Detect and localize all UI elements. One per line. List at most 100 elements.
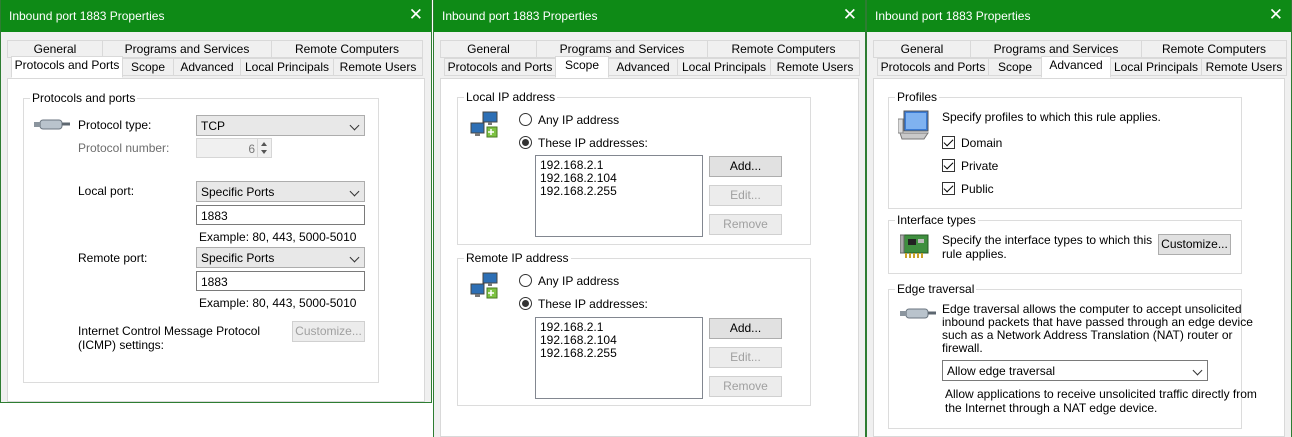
list-item[interactable]: 192.168.2.255	[540, 346, 617, 360]
group-title: Protocols and ports	[30, 91, 138, 105]
close-icon[interactable]: ✕	[843, 5, 857, 25]
public-label: Public	[961, 182, 994, 196]
local-port-input[interactable]: 1883	[196, 205, 365, 225]
local-ip-group-title: Local IP address	[464, 90, 558, 104]
window-title: Inbound port 1883 Properties	[9, 9, 165, 23]
list-item[interactable]: 192.168.2.255	[540, 184, 617, 198]
tab-local-principals[interactable]: Local Principals	[240, 58, 334, 76]
tab-panel: Protocols and ports Protocol type: TCP P…	[7, 78, 425, 402]
remote-any-ip-radio[interactable]	[519, 274, 532, 287]
remote-port-label: Remote port:	[78, 251, 148, 265]
local-these-ip-radio[interactable]	[519, 136, 532, 149]
remote-ip-list[interactable]: 192.168.2.1 192.168.2.104 192.168.2.255	[535, 317, 703, 399]
local-add-button[interactable]: Add...	[709, 156, 782, 177]
properties-window-scope: Inbound port 1883 Properties ✕ General P…	[433, 0, 866, 437]
local-edit-button[interactable]: Edit...	[709, 185, 782, 206]
tab-scope[interactable]: Scope	[988, 58, 1042, 76]
tab-remote-computers[interactable]: Remote Computers	[271, 40, 423, 58]
tab-general[interactable]: General	[873, 40, 971, 58]
network-cable-icon	[34, 119, 70, 130]
computers-network-icon	[470, 111, 498, 138]
edge-description-line2: inbound packets that have passed through…	[942, 315, 1253, 329]
remote-port-dropdown[interactable]: Specific Ports	[196, 247, 365, 268]
tab-protocols-and-ports[interactable]: Protocols and Ports	[444, 58, 556, 76]
tab-programs-and-services[interactable]: Programs and Services	[102, 40, 272, 58]
edge-help-line2: the Internet through a NAT edge device.	[945, 401, 1158, 415]
chevron-down-icon	[1192, 365, 1203, 376]
tab-remote-users[interactable]: Remote Users	[333, 58, 423, 76]
local-remove-button[interactable]: Remove	[709, 214, 782, 235]
protocol-type-dropdown[interactable]: TCP	[196, 115, 365, 136]
public-checkbox[interactable]	[942, 182, 955, 195]
private-checkbox[interactable]	[942, 159, 955, 172]
remote-these-ip-label: These IP addresses:	[538, 297, 648, 311]
local-these-ip-label: These IP addresses:	[538, 136, 648, 150]
chevron-down-icon	[349, 186, 360, 197]
list-item[interactable]: 192.168.2.1	[540, 158, 603, 172]
local-any-ip-radio[interactable]	[519, 113, 532, 126]
close-icon[interactable]: ✕	[1269, 5, 1283, 25]
properties-window-protocols: Inbound port 1883 Properties ✕ General P…	[0, 0, 432, 403]
tab-remote-users[interactable]: Remote Users	[770, 58, 860, 76]
tab-protocols-and-ports[interactable]: Protocols and Ports	[11, 56, 123, 78]
local-port-value: 1883	[201, 209, 228, 223]
tab-remote-computers[interactable]: Remote Computers	[1141, 40, 1287, 58]
edge-traversal-title: Edge traversal	[895, 282, 977, 296]
icmp-customize-button[interactable]: Customize...	[292, 321, 365, 342]
tab-panel: Profiles Specify profiles to which this …	[873, 78, 1285, 437]
network-card-icon	[900, 234, 929, 258]
tab-advanced[interactable]: Advanced	[173, 58, 241, 76]
close-icon[interactable]: ✕	[409, 5, 423, 25]
edge-description-line1: Edge traversal allows the computer to ac…	[942, 302, 1242, 316]
remote-add-button[interactable]: Add...	[709, 318, 782, 339]
protocol-number-stepper[interactable]: 6	[196, 138, 272, 158]
tab-scope[interactable]: Scope	[555, 56, 609, 78]
tab-local-principals[interactable]: Local Principals	[1110, 58, 1202, 76]
list-item[interactable]: 192.168.2.1	[540, 320, 603, 334]
title-bar: Inbound port 1883 Properties ✕	[434, 0, 865, 32]
remote-these-ip-radio[interactable]	[519, 297, 532, 310]
icmp-label-line1: Internet Control Message Protocol	[78, 324, 261, 338]
chevron-down-icon	[349, 120, 360, 131]
edge-traversal-dropdown[interactable]: Allow edge traversal	[942, 360, 1208, 381]
interface-description-line2: rule applies.	[942, 247, 1007, 261]
remote-port-input[interactable]: 1883	[196, 271, 365, 291]
tab-panel: Local IP address Any IP address These IP…	[440, 78, 859, 437]
tab-remote-users[interactable]: Remote Users	[1201, 58, 1287, 76]
tab-remote-computers[interactable]: Remote Computers	[707, 40, 860, 58]
domain-checkbox[interactable]	[942, 136, 955, 149]
interface-customize-button[interactable]: Customize...	[1158, 234, 1231, 255]
interface-description-line1: Specify the interface types to which thi…	[942, 233, 1153, 247]
protocol-type-value: TCP	[201, 119, 225, 133]
remote-edit-button[interactable]: Edit...	[709, 347, 782, 368]
private-label: Private	[961, 159, 999, 173]
computers-network-icon	[470, 272, 498, 299]
local-port-mode: Specific Ports	[201, 185, 275, 199]
chevron-down-icon	[349, 252, 360, 263]
tab-strip: General Programs and Services Remote Com…	[440, 40, 860, 80]
tab-protocols-and-ports[interactable]: Protocols and Ports	[877, 58, 989, 76]
network-cable-icon	[900, 308, 936, 319]
tab-local-principals[interactable]: Local Principals	[677, 58, 771, 76]
tab-advanced[interactable]: Advanced	[1041, 56, 1111, 78]
spin-buttons[interactable]	[257, 139, 271, 157]
remote-remove-button[interactable]: Remove	[709, 376, 782, 397]
remote-port-mode: Specific Ports	[201, 251, 275, 265]
list-item[interactable]: 192.168.2.104	[540, 333, 617, 347]
protocol-number-value: 6	[248, 142, 255, 156]
tab-general[interactable]: General	[440, 40, 537, 58]
local-ip-list[interactable]: 192.168.2.1 192.168.2.104 192.168.2.255	[535, 155, 703, 237]
list-item[interactable]: 192.168.2.104	[540, 171, 617, 185]
domain-label: Domain	[961, 136, 1003, 150]
interface-types-title: Interface types	[895, 213, 978, 227]
remote-port-example: Example: 80, 443, 5000-5010	[199, 296, 357, 310]
local-port-dropdown[interactable]: Specific Ports	[196, 181, 365, 202]
tab-advanced[interactable]: Advanced	[608, 58, 678, 76]
title-bar: Inbound port 1883 Properties ✕	[867, 0, 1291, 32]
tab-strip: General Programs and Services Remote Com…	[7, 40, 425, 80]
title-bar: Inbound port 1883 Properties ✕	[1, 0, 431, 32]
tab-scope[interactable]: Scope	[122, 58, 174, 76]
chevron-up-icon	[261, 142, 267, 146]
remote-port-value: 1883	[201, 275, 228, 289]
remote-ip-group-title: Remote IP address	[464, 251, 571, 265]
